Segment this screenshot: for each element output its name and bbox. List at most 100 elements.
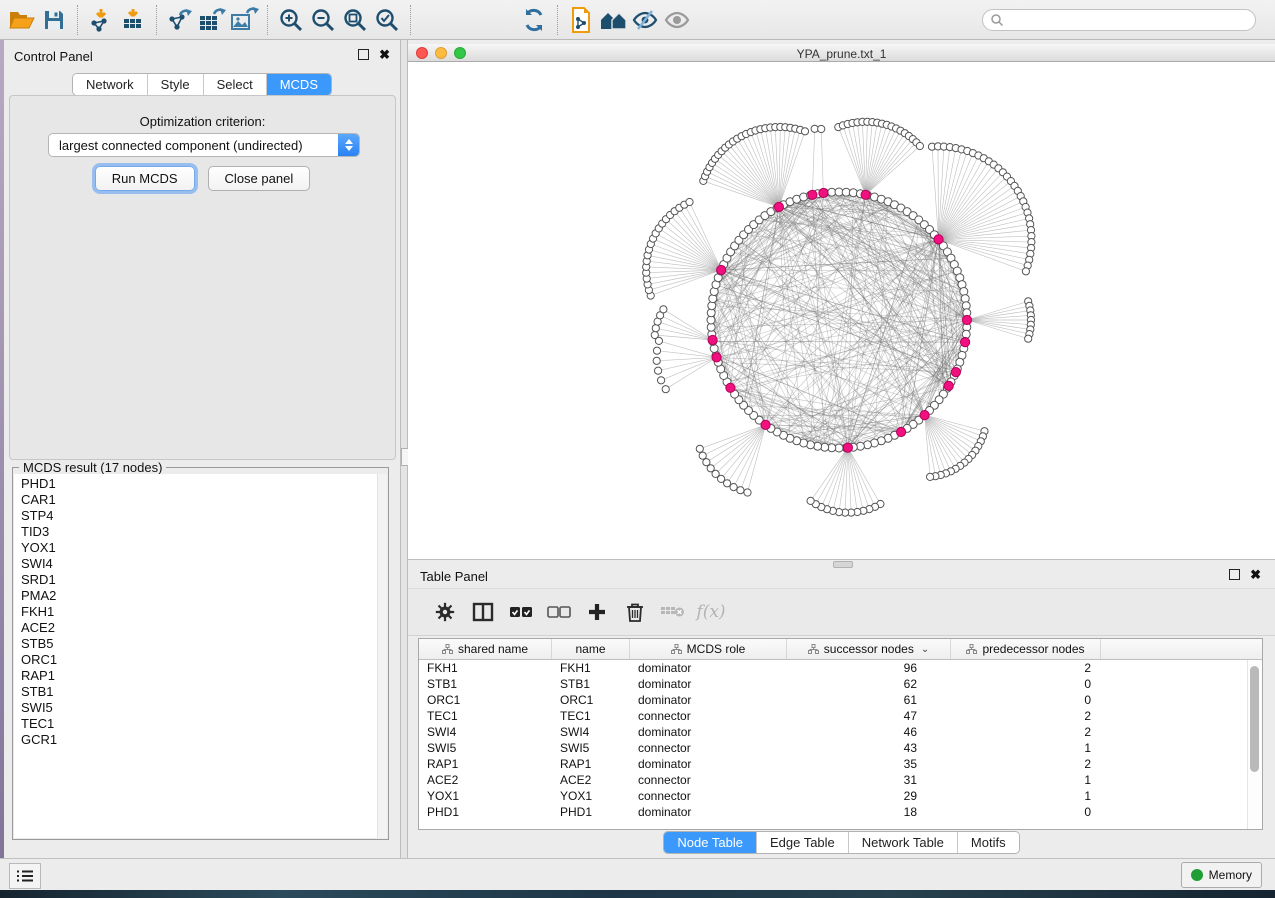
hide-graphics-details-button[interactable] — [629, 4, 661, 36]
tab-network[interactable]: Network — [73, 74, 148, 95]
gear-icon — [434, 601, 456, 623]
column-header-name[interactable]: name — [552, 639, 630, 659]
result-node-item[interactable]: SRD1 — [21, 572, 378, 588]
houses-icon — [598, 8, 628, 32]
result-node-item[interactable]: SWI4 — [21, 556, 378, 572]
column-header-successor-nodes[interactable]: successor nodes⌄ — [787, 639, 951, 659]
task-history-button[interactable] — [9, 863, 41, 889]
column-header-shared-name[interactable]: shared name — [419, 639, 552, 659]
table-close-button[interactable]: ✖ — [1250, 570, 1261, 579]
table-row[interactable]: STB1STB1dominator620 — [419, 676, 1262, 692]
run-mcds-button[interactable]: Run MCDS — [95, 166, 195, 191]
tab-edge-table[interactable]: Edge Table — [757, 832, 849, 853]
zoom-out-button[interactable] — [307, 4, 339, 36]
table-cell: PHD1 — [552, 804, 630, 820]
result-node-item[interactable]: GCR1 — [21, 732, 378, 748]
show-columns-button[interactable] — [464, 596, 502, 628]
save-session-button[interactable] — [38, 4, 70, 36]
mcds-result-scrollbar[interactable] — [377, 474, 387, 838]
result-node-item[interactable]: SWI5 — [21, 700, 378, 716]
export-image-button[interactable] — [228, 4, 260, 36]
close-panel-button-mcds[interactable]: Close panel — [208, 166, 311, 191]
tab-mcds[interactable]: MCDS — [267, 74, 331, 95]
tab-select[interactable]: Select — [204, 74, 267, 95]
table-cell: SWI5 — [419, 740, 552, 756]
refresh-button[interactable] — [518, 4, 550, 36]
search-input[interactable] — [1004, 10, 1255, 30]
result-node-item[interactable]: TEC1 — [21, 716, 378, 732]
table-cell: 29 — [787, 788, 951, 804]
toolbar-separator — [267, 5, 268, 35]
table-row[interactable]: ACE2ACE2connector311 — [419, 772, 1262, 788]
tab-network-table[interactable]: Network Table — [849, 832, 958, 853]
table-row[interactable]: YOX1YOX1connector291 — [419, 788, 1262, 804]
table-cell: 62 — [787, 676, 951, 692]
result-node-item[interactable]: RAP1 — [21, 668, 378, 684]
result-node-item[interactable]: STP4 — [21, 508, 378, 524]
export-table-button[interactable] — [196, 4, 228, 36]
result-node-item[interactable]: PMA2 — [21, 588, 378, 604]
import-network-button[interactable] — [85, 4, 117, 36]
zoom-in-button[interactable] — [275, 4, 307, 36]
table-options-button[interactable] — [426, 596, 464, 628]
table-cell: STB1 — [419, 676, 552, 692]
zoom-fit-button[interactable] — [339, 4, 371, 36]
network-canvas[interactable] — [408, 62, 1275, 559]
table-row[interactable]: PHD1PHD1dominator180 — [419, 804, 1262, 820]
table-row[interactable]: SWI4SWI4dominator462 — [419, 724, 1262, 740]
tab-style[interactable]: Style — [148, 74, 204, 95]
table-float-button[interactable] — [1229, 569, 1240, 580]
search-input-wrap — [982, 9, 1256, 31]
right-column: YPA_prune.txt_1 Table Panel ✖ — [408, 40, 1275, 858]
table-cell: 0 — [951, 676, 1101, 692]
table-row[interactable]: FKH1FKH1dominator962 — [419, 660, 1262, 676]
optimization-criterion-dropdown[interactable]: largest connected component (undirected) — [48, 133, 360, 157]
table-cell: dominator — [630, 660, 787, 676]
column-header-MCDS-role[interactable]: MCDS role — [630, 639, 787, 659]
import-table-button[interactable] — [117, 4, 149, 36]
table-scrollbar[interactable] — [1247, 660, 1262, 829]
add-row-button[interactable] — [578, 596, 616, 628]
zoom-selected-button[interactable] — [371, 4, 403, 36]
export-network-button[interactable] — [164, 4, 196, 36]
float-panel-button[interactable] — [358, 49, 369, 60]
tab-motifs[interactable]: Motifs — [958, 832, 1019, 853]
select-all-button[interactable] — [502, 596, 540, 628]
tab-node-table[interactable]: Node Table — [664, 832, 757, 853]
table-cell: ORC1 — [419, 692, 552, 708]
delete-table-button-disabled — [654, 596, 692, 628]
open-file-button[interactable] — [6, 4, 38, 36]
result-node-item[interactable]: PHD1 — [21, 476, 378, 492]
result-node-item[interactable]: ACE2 — [21, 620, 378, 636]
table-panel-splitter-grip[interactable] — [833, 561, 853, 568]
result-node-item[interactable]: STB5 — [21, 636, 378, 652]
close-panel-button[interactable]: ✖ — [379, 50, 390, 59]
result-node-item[interactable]: STB1 — [21, 684, 378, 700]
zoom-in-icon — [278, 7, 304, 33]
table-cell: 96 — [787, 660, 951, 676]
network-window-title: YPA_prune.txt_1 — [408, 47, 1275, 61]
table-row[interactable]: ORC1ORC1dominator610 — [419, 692, 1262, 708]
show-graphics-details-button[interactable] — [661, 4, 693, 36]
result-node-item[interactable]: TID3 — [21, 524, 378, 540]
result-node-item[interactable]: CAR1 — [21, 492, 378, 508]
function-builder-button-disabled: f(x) — [692, 596, 730, 628]
table-cell: connector — [630, 708, 787, 724]
first-neighbors-button[interactable] — [597, 4, 629, 36]
fx-icon: f(x) — [696, 602, 725, 622]
deselect-all-button[interactable] — [540, 596, 578, 628]
delete-row-button[interactable] — [616, 596, 654, 628]
table-row[interactable]: RAP1RAP1dominator352 — [419, 756, 1262, 772]
table-cell: dominator — [630, 724, 787, 740]
table-scrollbar-thumb[interactable] — [1250, 666, 1259, 772]
table-cell: 2 — [951, 660, 1101, 676]
memory-button[interactable]: Memory — [1181, 862, 1262, 888]
vertical-splitter[interactable] — [400, 40, 408, 858]
table-row[interactable]: SWI5SWI5connector431 — [419, 740, 1262, 756]
table-row[interactable]: TEC1TEC1connector472 — [419, 708, 1262, 724]
column-header-predecessor-nodes[interactable]: predecessor nodes — [951, 639, 1101, 659]
new-network-from-selection-button[interactable] — [565, 4, 597, 36]
result-node-item[interactable]: YOX1 — [21, 540, 378, 556]
result-node-item[interactable]: FKH1 — [21, 604, 378, 620]
result-node-item[interactable]: ORC1 — [21, 652, 378, 668]
